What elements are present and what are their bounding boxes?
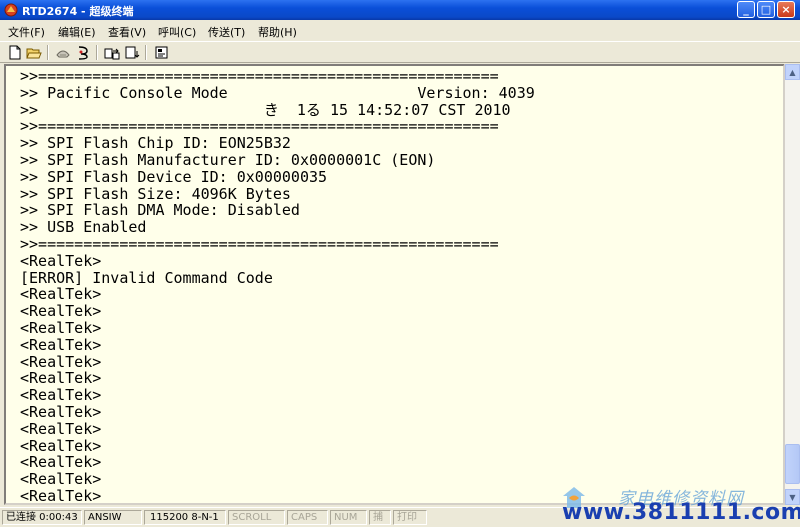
terminal-output: >>======================================…: [6, 66, 783, 505]
terminal-line: >>======================================…: [20, 234, 499, 253]
status-scroll: SCROLL: [228, 510, 285, 525]
terminal-line: >> き 1る 15 14:52:07 CST 2010: [20, 100, 511, 119]
terminal-line: <RealTek>: [20, 285, 102, 304]
terminal-line: >>======================================…: [20, 117, 499, 136]
toolbar-separator: [145, 45, 147, 60]
terminal-line: <RealTek>: [20, 419, 102, 438]
status-caps: CAPS: [287, 510, 328, 525]
toolbar-separator: [47, 45, 49, 60]
menu-file[interactable]: 文件(F): [8, 24, 45, 40]
terminal-line: >> SPI Flash Manufacturer ID: 0x0000001C…: [20, 150, 436, 169]
scroll-up-icon[interactable]: ▲: [785, 64, 800, 80]
close-button[interactable]: ×: [777, 1, 795, 18]
status-num: NUM: [330, 510, 367, 525]
terminal-screen[interactable]: >>======================================…: [4, 64, 785, 505]
toolbar: [0, 41, 800, 63]
new-document-icon[interactable]: [7, 45, 23, 60]
terminal-line: <RealTek>: [20, 402, 102, 421]
close-icon: ×: [781, 3, 791, 16]
terminal-line: [ERROR] Invalid Command Code: [20, 268, 273, 287]
status-connected: 已连接 0:00:43: [2, 510, 82, 525]
terminal-line: <RealTek>: [20, 486, 102, 505]
terminal-line: >> Pacific Console Mode Version: 4039: [20, 83, 535, 102]
menu-edit[interactable]: 编辑(E): [58, 24, 96, 40]
terminal-line: >> SPI Flash Size: 4096K Bytes: [20, 184, 291, 203]
connect-phone-icon[interactable]: [55, 45, 71, 60]
terminal-line: <RealTek>: [20, 318, 102, 337]
hyperterminal-window: RTD2674 - 超级终端 _ □ × 文件(F) 编辑(E) 查看(V) 呼…: [0, 0, 800, 527]
maximize-button[interactable]: □: [757, 1, 775, 18]
status-print: 打印: [393, 510, 427, 525]
open-folder-icon[interactable]: [26, 45, 42, 60]
menu-bar: 文件(F) 编辑(E) 查看(V) 呼叫(C) 传送(T) 帮助(H): [0, 20, 800, 41]
title-bar[interactable]: RTD2674 - 超级终端 _ □ ×: [0, 0, 800, 20]
terminal-line: <RealTek>: [20, 302, 102, 321]
disconnect-icon[interactable]: [75, 45, 91, 60]
watermark: 家电维修资料网 www.3811111.com: [560, 484, 800, 526]
terminal-line: <RealTek>: [20, 504, 101, 505]
terminal-line: >> USB Enabled: [20, 218, 147, 237]
terminal-line: >> SPI Flash Chip ID: EON25B32: [20, 134, 291, 153]
terminal-line: >> SPI Flash Device ID: 0x00000035: [20, 167, 328, 186]
send-file-icon[interactable]: [104, 45, 120, 60]
watermark-url: www.3811111.com: [562, 500, 800, 525]
maximize-icon: □: [760, 3, 772, 16]
status-emulation: ANSIW: [84, 510, 142, 525]
terminal-line: <RealTek>: [20, 251, 102, 270]
terminal-line: <RealTek>: [20, 335, 102, 354]
terminal-line: <RealTek>: [20, 369, 102, 388]
terminal-line: >>======================================…: [20, 67, 499, 85]
minimize-icon: _: [743, 3, 749, 16]
menu-view[interactable]: 查看(V): [108, 24, 146, 40]
status-port: 115200 8-N-1: [144, 510, 226, 525]
terminal-line: <RealTek>: [20, 386, 102, 405]
menu-transfer[interactable]: 传送(T): [208, 24, 245, 40]
terminal-line: <RealTek>: [20, 470, 102, 489]
terminal-line: >> SPI Flash DMA Mode: Disabled: [20, 201, 300, 220]
vertical-scrollbar[interactable]: ▲ ▼: [784, 64, 800, 505]
menu-call[interactable]: 呼叫(C): [158, 24, 196, 40]
minimize-button[interactable]: _: [737, 1, 755, 18]
status-capture: 捕: [369, 510, 391, 525]
scroll-thumb[interactable]: [785, 444, 800, 484]
window-title: RTD2674 - 超级终端: [22, 5, 134, 18]
terminal-line: <RealTek>: [20, 436, 102, 455]
menu-help[interactable]: 帮助(H): [258, 24, 297, 40]
properties-icon[interactable]: [154, 45, 170, 60]
terminal-line: <RealTek>: [20, 453, 102, 472]
toolbar-separator: [96, 45, 98, 60]
terminal-line: <RealTek>: [20, 352, 102, 371]
hyperterminal-app-icon[interactable]: [4, 3, 18, 17]
receive-file-icon[interactable]: [124, 45, 140, 60]
